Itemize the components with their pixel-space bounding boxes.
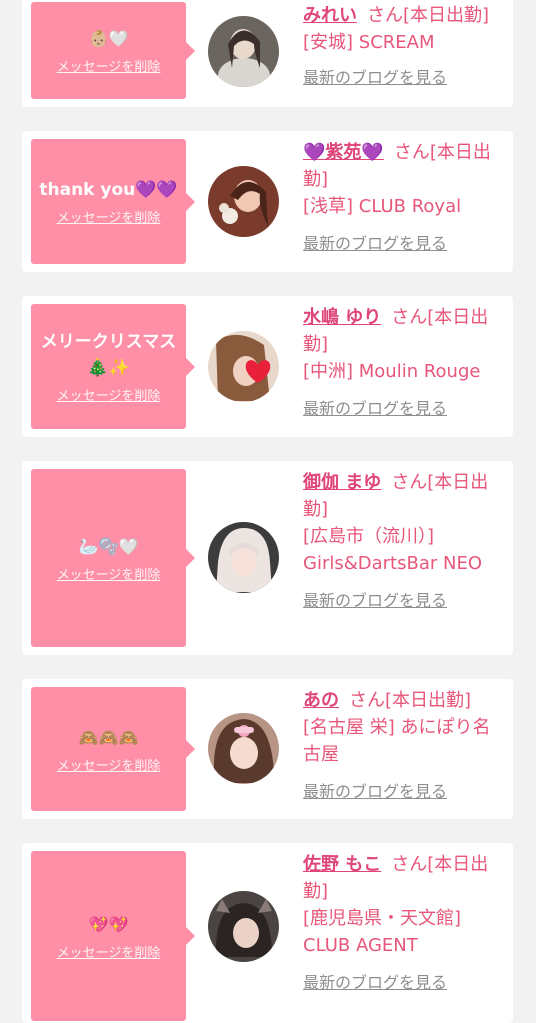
delete-message-link[interactable]: メッセージを削除 [57, 385, 161, 404]
shop-info: [中洲] Moulin Rouge [303, 361, 481, 382]
cast-name-link[interactable]: 御伽 まゆ [303, 472, 381, 493]
latest-blog-link[interactable]: 最新のブログを見る [303, 587, 508, 614]
avatar[interactable] [208, 166, 279, 237]
message-card: 🙈🙈🙈 メッセージを削除 あの さん[本日出勤] [名古屋 栄] あにぽり名古屋 … [22, 679, 513, 819]
message-text: メリークリスマス🎄✨ [40, 332, 177, 378]
shop-info: [広島市（流川）] Girls&DartsBar NEO [303, 526, 482, 574]
latest-blog-link[interactable]: 最新のブログを見る [303, 230, 508, 257]
attendance-status: [本日出勤] [385, 690, 472, 711]
message-card: 💖💖 メッセージを削除 佐野 もこ さん[本日出勤] [鹿児島県・天文館] CLU… [22, 843, 513, 1023]
message-bubble: 🦢🫧🤍 メッセージを削除 [31, 469, 195, 647]
cast-info: 💜紫苑💜 さん[本日出勤] [浅草] CLUB Royal 最新のブログを見る [303, 139, 508, 257]
san-suffix: さん [367, 5, 403, 26]
san-suffix: さん [391, 307, 428, 328]
cast-info: あの さん[本日出勤] [名古屋 栄] あにぽり名古屋 最新のブログを見る [303, 687, 508, 805]
message-card: 🦢🫧🤍 メッセージを削除 御伽 まゆ さん[本日出勤] [広島市（流川）] Gir… [22, 461, 513, 655]
delete-message-link[interactable]: メッセージを削除 [57, 564, 161, 583]
latest-blog-link[interactable]: 最新のブログを見る [303, 395, 508, 422]
delete-message-link[interactable]: メッセージを削除 [57, 942, 161, 961]
cast-name-link[interactable]: 💜紫苑💜 [303, 142, 384, 163]
avatar[interactable] [208, 331, 279, 402]
message-text: 💖💖 [88, 914, 129, 934]
delete-message-link[interactable]: メッセージを削除 [57, 755, 161, 774]
message-bubble: 💖💖 メッセージを削除 [31, 851, 195, 1021]
cast-info: みれい さん[本日出勤] [安城] SCREAM 最新のブログを見る [303, 2, 508, 91]
avatar[interactable] [208, 522, 279, 593]
cast-info: 御伽 まゆ さん[本日出勤] [広島市（流川）] Girls&DartsBar N… [303, 469, 508, 614]
attendance-status: [本日出勤] [403, 5, 490, 26]
message-bubble: メリークリスマス🎄✨ メッセージを削除 [31, 304, 195, 429]
message-text: thank you💜💜 [39, 180, 178, 200]
shop-info: [名古屋 栄] あにぽり名古屋 [303, 717, 491, 765]
message-text: 🙈🙈🙈 [78, 727, 139, 747]
cast-info: 水嶋 ゆり さん[本日出勤] [中洲] Moulin Rouge 最新のブログを見… [303, 304, 508, 422]
cast-name-link[interactable]: あの [303, 690, 339, 711]
cast-name-link[interactable]: 佐野 もこ [303, 854, 381, 875]
shop-info: [安城] SCREAM [303, 32, 435, 53]
delete-message-link[interactable]: メッセージを削除 [57, 207, 161, 226]
cast-name-link[interactable]: 水嶋 ゆり [303, 307, 381, 328]
san-suffix: さん [393, 142, 430, 163]
avatar[interactable] [208, 891, 279, 962]
message-bubble: thank you💜💜 メッセージを削除 [31, 139, 195, 264]
message-card: 👶🏼🤍 メッセージを削除 みれい さん[本日出勤] [安城] SCREAM 最新の… [22, 0, 513, 107]
message-text: 👶🏼🤍 [88, 29, 129, 48]
cast-info: 佐野 もこ さん[本日出勤] [鹿児島県・天文館] CLUB AGENT 最新のブ… [303, 851, 508, 996]
latest-blog-link[interactable]: 最新のブログを見る [303, 969, 508, 996]
latest-blog-link[interactable]: 最新のブログを見る [303, 778, 508, 805]
message-text: 🦢🫧🤍 [78, 536, 139, 556]
delete-message-link[interactable]: メッセージを削除 [57, 56, 161, 75]
message-card: メリークリスマス🎄✨ メッセージを削除 水嶋 ゆり さん[本日出勤] [中洲] M… [22, 296, 513, 437]
san-suffix: さん [391, 854, 428, 875]
shop-info: [鹿児島県・天文館] CLUB AGENT [303, 908, 462, 956]
cast-name-link[interactable]: みれい [303, 5, 357, 26]
avatar[interactable] [208, 713, 279, 784]
shop-info: [浅草] CLUB Royal [303, 196, 462, 217]
san-suffix: さん [349, 690, 385, 711]
san-suffix: さん [391, 472, 428, 493]
avatar[interactable] [208, 16, 279, 87]
message-bubble: 👶🏼🤍 メッセージを削除 [31, 2, 195, 99]
latest-blog-link[interactable]: 最新のブログを見る [303, 64, 508, 91]
message-card: thank you💜💜 メッセージを削除 💜紫苑💜 さん[本日出勤] [浅草] C… [22, 131, 513, 272]
message-bubble: 🙈🙈🙈 メッセージを削除 [31, 687, 195, 811]
